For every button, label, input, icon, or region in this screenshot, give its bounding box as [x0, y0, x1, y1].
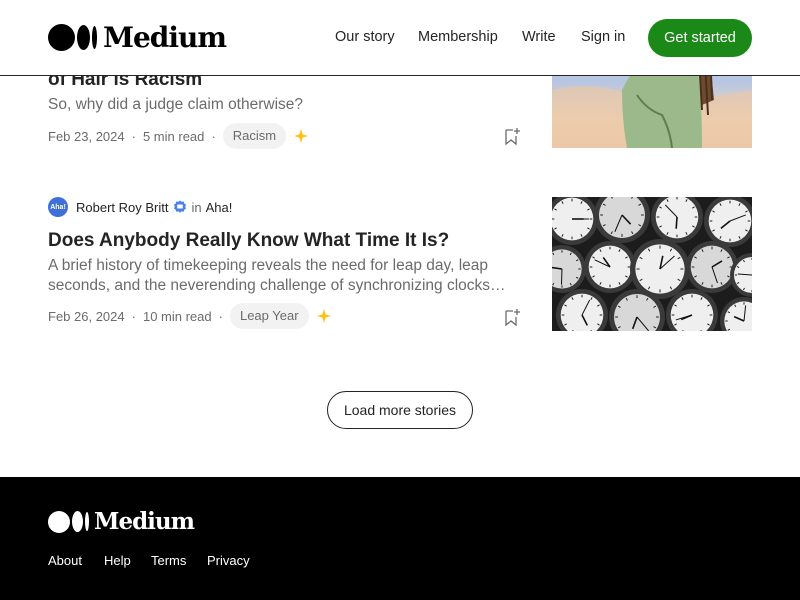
bookmark-add-icon[interactable]: [503, 307, 521, 327]
meta-separator: ·: [131, 308, 136, 324]
footer: Medium About Help Terms Privacy: [0, 477, 800, 600]
article-subtitle-line: seconds, and the neverending challenge o…: [48, 277, 506, 294]
sparkle-icon: [316, 309, 331, 323]
footer-link-about[interactable]: About: [48, 553, 82, 568]
avatar[interactable]: Aha!: [48, 197, 68, 217]
nav-write[interactable]: Write: [522, 29, 556, 45]
nav-sign-in[interactable]: Sign in: [581, 29, 625, 45]
logo-wordmark: Medium: [103, 21, 227, 54]
meta-separator: ·: [211, 128, 216, 144]
sparkle-icon: [294, 129, 309, 143]
article-card[interactable]: Aha! Robert Roy Britt in Aha! Does Anybo…: [48, 197, 752, 337]
publication-name[interactable]: Aha!: [206, 200, 233, 215]
article-date: Feb 26, 2024: [48, 308, 125, 324]
meta-separator: ·: [218, 308, 223, 324]
logo-icon: [48, 510, 70, 533]
article-byline: Aha! Robert Roy Britt in Aha!: [48, 197, 232, 217]
footer-link-terms[interactable]: Terms: [151, 553, 186, 568]
footer-link-privacy[interactable]: Privacy: [207, 553, 250, 568]
load-more-button[interactable]: Load more stories: [327, 391, 473, 429]
article-meta: Feb 23, 2024 · 5 min read · Racism: [48, 123, 309, 149]
nav-membership[interactable]: Membership: [418, 29, 498, 45]
article-tag[interactable]: Racism: [222, 123, 287, 149]
article-subtitle-line: A brief history of timekeeping reveals t…: [48, 257, 489, 274]
nav-our-story[interactable]: Our story: [335, 29, 395, 45]
bookmark-add-icon[interactable]: [503, 126, 521, 146]
get-started-button[interactable]: Get started: [648, 19, 752, 57]
article-meta: Feb 26, 2024 · 10 min read · Leap Year: [48, 303, 331, 329]
article-date: Feb 23, 2024: [48, 128, 125, 144]
verified-badge-icon: [174, 200, 187, 213]
article-read-time: 10 min read: [142, 308, 212, 324]
article-title[interactable]: Does Anybody Really Know What Time It Is…: [48, 229, 449, 253]
article-read-time: 5 min read: [142, 128, 205, 144]
logo-icon: [48, 24, 97, 51]
footer-logo-wordmark: Medium: [94, 508, 195, 535]
in-label: in: [191, 199, 202, 215]
medium-logo[interactable]: Medium: [48, 21, 227, 54]
footer-link-help[interactable]: Help: [104, 553, 131, 568]
article-thumbnail[interactable]: [552, 197, 752, 331]
article-subtitle: So, why did a judge claim otherwise?: [48, 96, 304, 113]
top-navbar: Medium Our story Membership Write Sign i…: [0, 0, 800, 76]
author-name[interactable]: Robert Roy Britt: [76, 200, 168, 215]
footer-logo[interactable]: Medium: [48, 508, 195, 535]
article-tag[interactable]: Leap Year: [229, 303, 309, 329]
meta-separator: ·: [131, 128, 136, 144]
